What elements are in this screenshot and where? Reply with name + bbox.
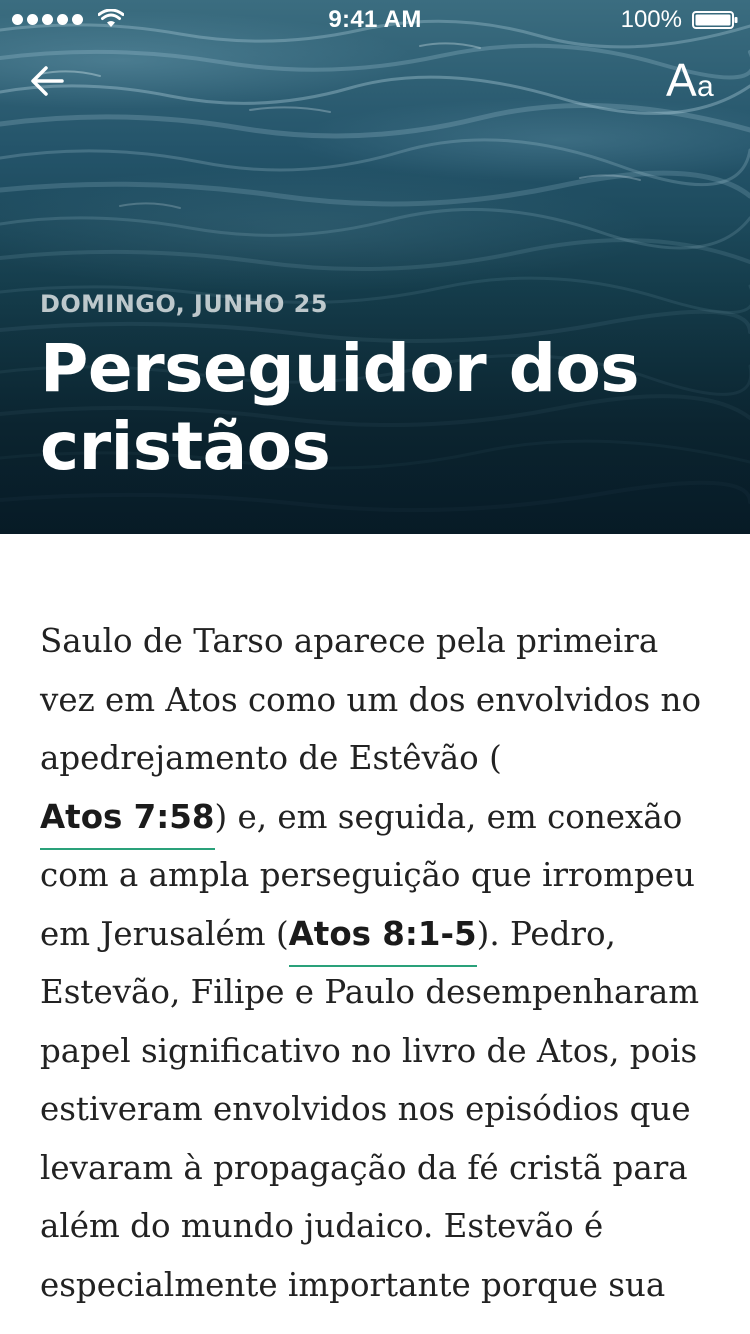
article-date: DOMINGO, JUNHO 25 xyxy=(40,290,328,318)
font-size-icon: A xyxy=(666,54,697,106)
hero-image: 9:41 AM 100% A a DOMINGO, JUNHO 25 Perse… xyxy=(0,0,750,534)
article-paragraph: Saulo de Tarso aparece pela primeira vez… xyxy=(40,612,710,1314)
battery-percentage: 100% xyxy=(620,6,682,33)
battery-icon xyxy=(692,11,738,29)
bible-reference-link[interactable]: Atos 7:58 xyxy=(40,797,215,850)
back-button[interactable] xyxy=(26,60,68,102)
status-bar: 9:41 AM 100% xyxy=(0,0,750,40)
font-size-icon-small: a xyxy=(697,70,714,103)
body-text: ). Pedro, Estevão, Filipe e Paulo desemp… xyxy=(40,914,700,1304)
article-body: Saulo de Tarso aparece pela primeira vez… xyxy=(40,612,710,1314)
body-text: Saulo de Tarso aparece pela primeira vez… xyxy=(40,622,702,777)
font-size-button[interactable]: A a xyxy=(666,56,722,104)
arrow-left-icon xyxy=(31,66,64,96)
bible-reference-link[interactable]: Atos 8:1-5 xyxy=(288,914,477,967)
article-title: Perseguidor dos cristãos xyxy=(40,330,640,485)
